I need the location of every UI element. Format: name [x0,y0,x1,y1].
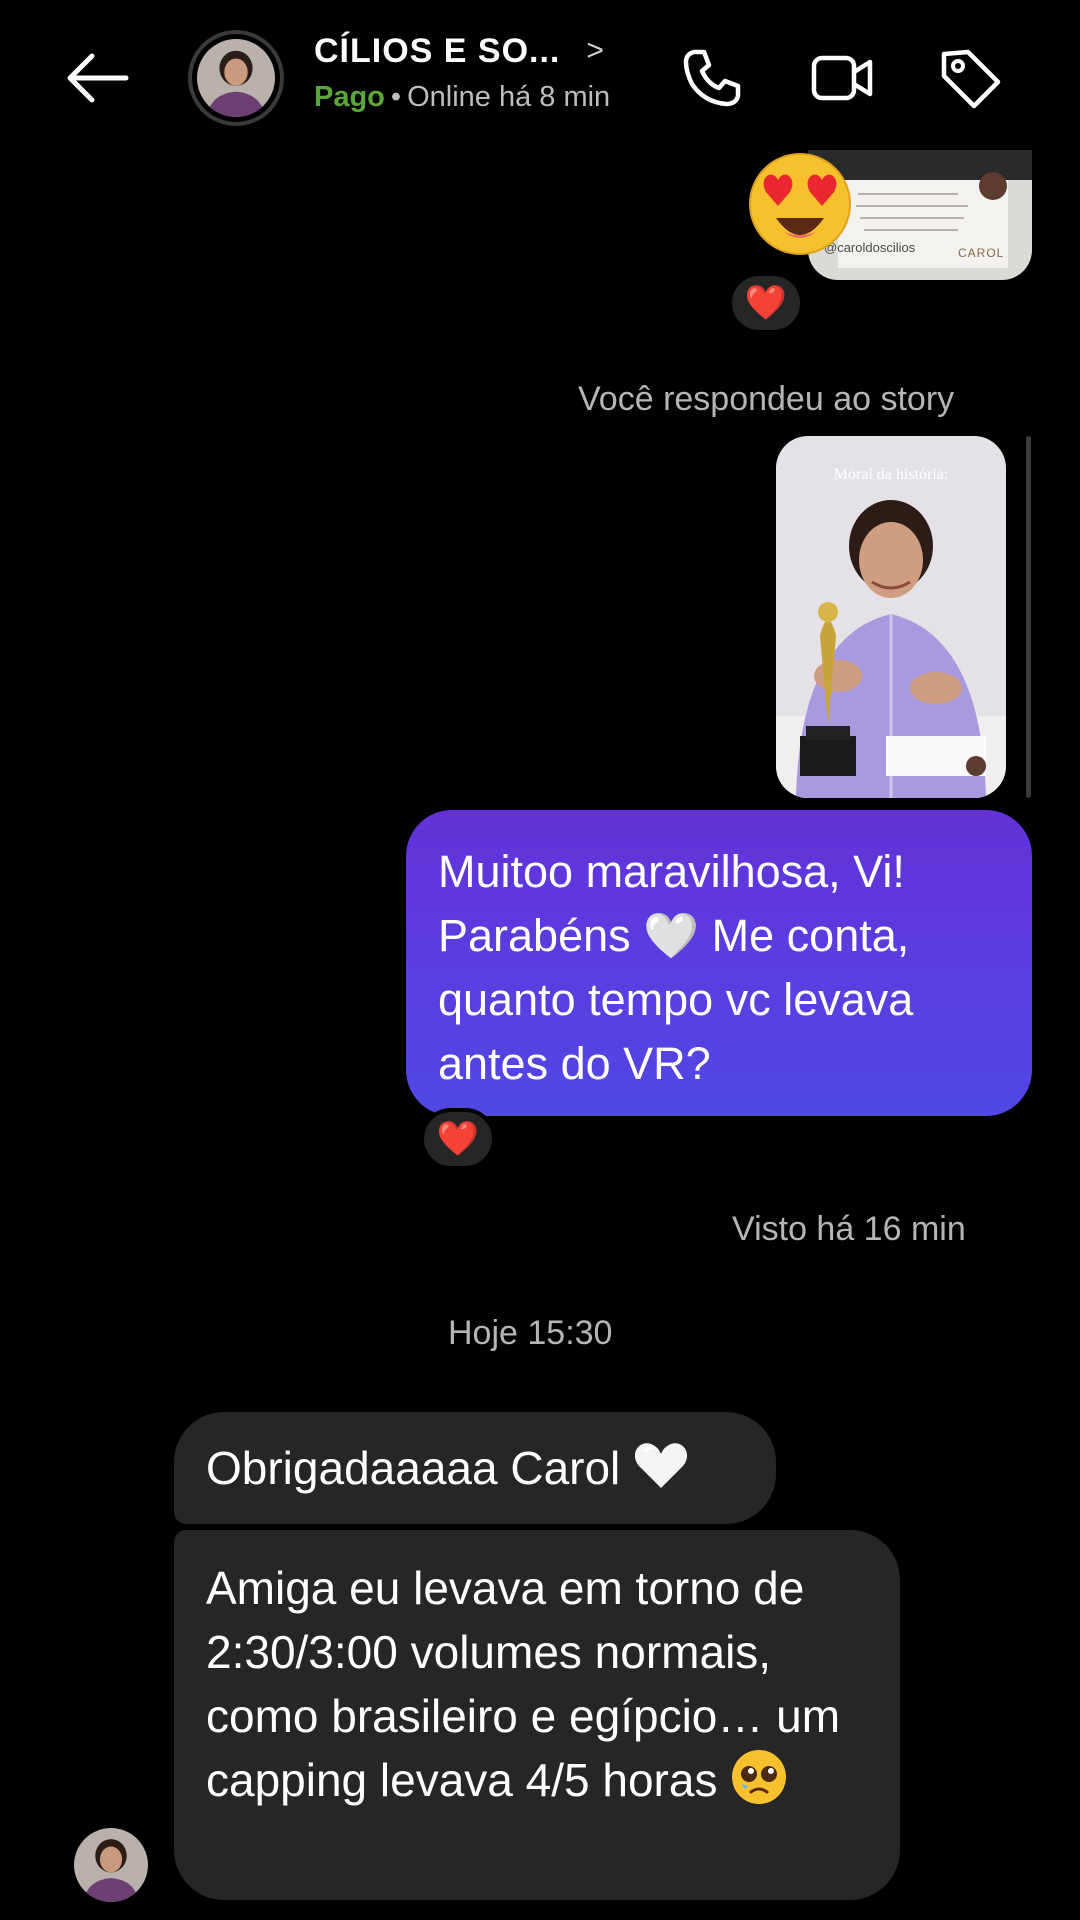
outgoing-message-text: Muitoo maravilhosa, Vi! Parabéns 🤍 Me co… [438,846,914,1089]
paid-status: Pago [314,81,385,113]
tag-icon[interactable] [938,46,1002,110]
story-reply-label: Você respondeu ao story [578,380,955,418]
story-overlay-text: Moral da história: [833,466,949,483]
online-status: Online há 8 min [407,81,611,113]
heart-reaction-icon: ❤️ [744,284,788,322]
chevron-right-icon: > [586,34,605,67]
contact-name: CÍLIOS E SO... > [314,32,644,71]
pleading-face-icon [730,1748,788,1806]
story-reply-bar [1026,436,1031,798]
sender-avatar[interactable] [74,1828,148,1902]
incoming-message[interactable]: Obrigadaaaaa Carol [174,1412,776,1524]
incoming-message[interactable]: Amiga eu levava em torno de 2:30/3:00 vo… [174,1530,900,1900]
back-arrow-icon[interactable] [62,48,134,108]
video-camera-icon[interactable] [810,46,874,110]
contact-name-text: CÍLIOS E SO... [314,32,561,70]
date-separator: Hoje 15:30 [448,1314,613,1352]
phone-icon[interactable] [680,46,744,110]
chat-header: CÍLIOS E SO... > Pago • Online há 8 min [0,0,1080,150]
photo-brand: CAROL [958,246,1005,260]
heart-eyes-emoji-icon [744,148,856,258]
incoming-message-text: Obrigadaaaaa Carol [206,1442,621,1494]
contact-info[interactable]: CÍLIOS E SO... > Pago • Online há 8 min [314,32,644,122]
outgoing-message[interactable]: Muitoo maravilhosa, Vi! Parabéns 🤍 Me co… [406,810,1032,1116]
contact-avatar[interactable] [188,30,284,126]
avatar [197,39,275,117]
status-separator: • [390,81,402,113]
message-reaction[interactable]: ❤️ [420,1108,496,1170]
seen-status: Visto há 16 min [732,1210,966,1248]
white-heart-icon [633,1440,689,1490]
contact-status: Pago • Online há 8 min [314,81,644,114]
heart-reaction-icon: ❤️ [436,1120,480,1158]
message-reaction[interactable]: ❤️ [728,272,804,334]
story-thumbnail[interactable]: Moral da história: [776,436,1006,798]
